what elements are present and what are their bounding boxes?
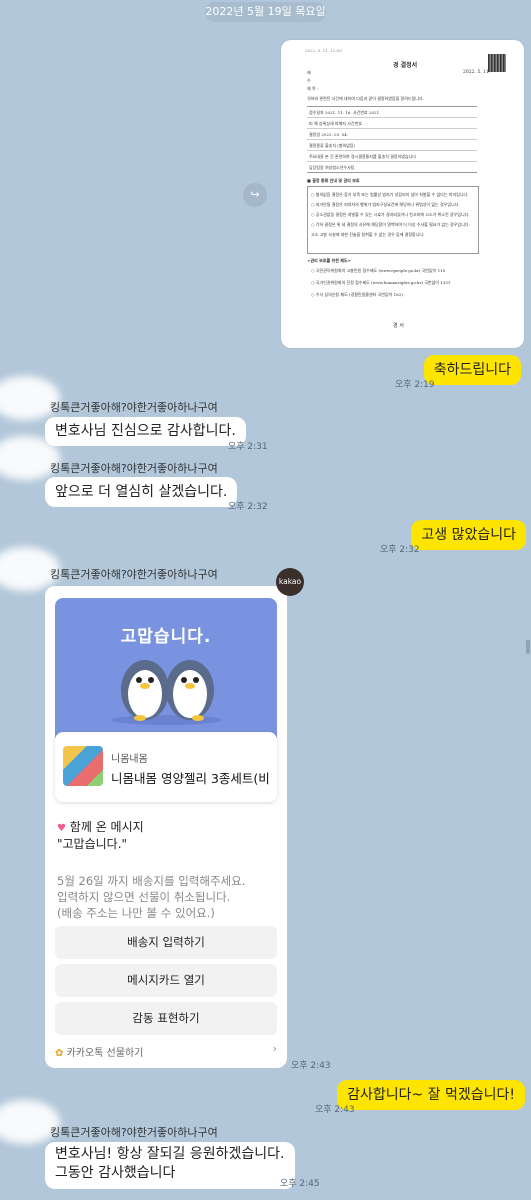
express-thanks-button[interactable]: 감동 표현하기 — [55, 1002, 277, 1035]
doc-row: 접수일자 2021. 11. 16. 사건번호 2021 — [309, 110, 380, 115]
my-message-bubble[interactable]: 고생 많았습니다 — [411, 520, 526, 550]
share-button[interactable]: ↪ — [243, 183, 267, 207]
product-name: 니몸내몸 영양젤리 3종세트(비.. — [111, 771, 271, 786]
gift-icon: ✿ — [55, 1048, 64, 1059]
other-message-bubble[interactable]: 변호사님! 항상 잘되길 응원하겠습니다. 그동안 감사했습니다 — [45, 1142, 295, 1189]
doc-footer: 경 서 — [393, 323, 404, 329]
product-brand: 니몸내몸 — [111, 754, 148, 765]
my-message-bubble[interactable]: 감사합니다~ 잘 먹겠습니다! — [337, 1080, 525, 1110]
penguin-illustration — [112, 660, 222, 725]
other-message-bubble[interactable]: 앞으로 더 열심히 살겠습니다. — [45, 477, 238, 507]
heart-icon: ♥ — [57, 823, 66, 834]
message-time: 오후 2:32 — [380, 545, 420, 555]
message-time: 오후 2:32 — [228, 502, 268, 512]
qr-code — [488, 54, 506, 72]
message-line: 그동안 감사했습니다 — [55, 1165, 176, 1181]
message-time: 오후 2:45 — [280, 1179, 320, 1189]
document-page: 2022. 5. 11. 12:00 경 결정서 2022. 5. 11. 제 … — [303, 46, 508, 342]
gift-message-body: "고맙습니다." — [57, 837, 128, 851]
sender-name: 킹톡큰거좋아해?야한거좋아하나구여 — [50, 568, 218, 581]
message-time: 오후 2:19 — [395, 380, 435, 390]
message-time: 오후 2:43 — [291, 1061, 331, 1071]
product-thumbnail — [63, 746, 103, 786]
doc-row: 담당팀장 여성청소년수사팀 — [309, 165, 355, 170]
notice-line: 입력하지 않으면 선물이 취소됩니다. — [57, 890, 231, 904]
gift-message-header: ♥ 함께 온 메시지 — [57, 818, 144, 835]
message-time: 오후 2:43 — [315, 1105, 355, 1115]
gift-product[interactable]: 니몸내몸 니몸내몸 영양젤리 3종세트(비.. — [55, 732, 277, 802]
gift-banner-title: 고맙습니다. — [120, 627, 212, 647]
notice-line: (배송 주소는 나만 볼 수 있어요.) — [57, 906, 215, 920]
document-date: 2022. 5. 11. — [463, 70, 491, 75]
share-icon: ↪ — [250, 188, 260, 201]
enter-address-button[interactable]: 배송지 입력하기 — [55, 926, 277, 959]
doc-section: ■ 결정 종류 안내 및 권리 보호 — [307, 178, 360, 183]
document-title: 경 결정서 — [393, 62, 418, 69]
chevron-right-icon: › — [272, 1042, 277, 1055]
doc-row: 주요내용 본 건 관련하여 경시결정통지를 불송치 결정하였습니다 — [309, 154, 416, 159]
doc-row: 결정일 2022. 03. 04. — [309, 132, 349, 137]
doc-row: 결정종류 불송치 (혐의없음) — [309, 143, 356, 148]
notice-line: 5월 26일 까지 배송지를 입력해주세요. — [57, 874, 246, 888]
message-time: 오후 2:31 — [228, 442, 268, 452]
doc-section: <권리 보호를 위한 제도> — [307, 258, 352, 263]
open-message-card-button[interactable]: 메시지카드 열기 — [55, 964, 277, 997]
sender-name: 킹톡큰거좋아해?야한거좋아하나구여 — [50, 401, 218, 414]
sender-name: 킹톡큰거좋아해?야한거좋아하나구여 — [50, 462, 218, 475]
gift-footer-label: 카카오톡 선물하기 — [66, 1048, 144, 1059]
other-message-bubble[interactable]: 변호사님 진심으로 감사합니다. — [45, 417, 246, 446]
doc-row: 피 해 상위상세 피해자 사건번호 — [309, 121, 362, 126]
document-image[interactable]: 2022. 5. 11. 12:00 경 결정서 2022. 5. 11. 제 … — [281, 40, 524, 348]
scrollbar[interactable] — [526, 640, 530, 654]
sender-name: 킹톡큰거좋아해?야한거좋아하나구여 — [50, 1126, 218, 1139]
kakao-badge: kakao — [276, 568, 304, 596]
gift-message-label: 함께 온 메시지 — [69, 820, 144, 834]
gift-footer[interactable]: ✿ 카카오톡 선물하기 — [55, 1044, 143, 1059]
message-line: 변호사님! 항상 잘되길 응원하겠습니다. — [55, 1146, 285, 1162]
gift-notice: 5월 26일 까지 배송지를 입력해주세요. 입력하지 않으면 선물이 취소됩니… — [57, 873, 245, 921]
gift-card[interactable]: 고맙습니다. 니몸내몸 니몸내몸 영양젤리 3종세트(비.. ♥ 함께 온 메시… — [45, 586, 287, 1068]
date-divider: 2022년 5월 19일 목요일 — [205, 2, 326, 22]
my-message-bubble[interactable]: 축하드립니다 — [423, 355, 521, 385]
